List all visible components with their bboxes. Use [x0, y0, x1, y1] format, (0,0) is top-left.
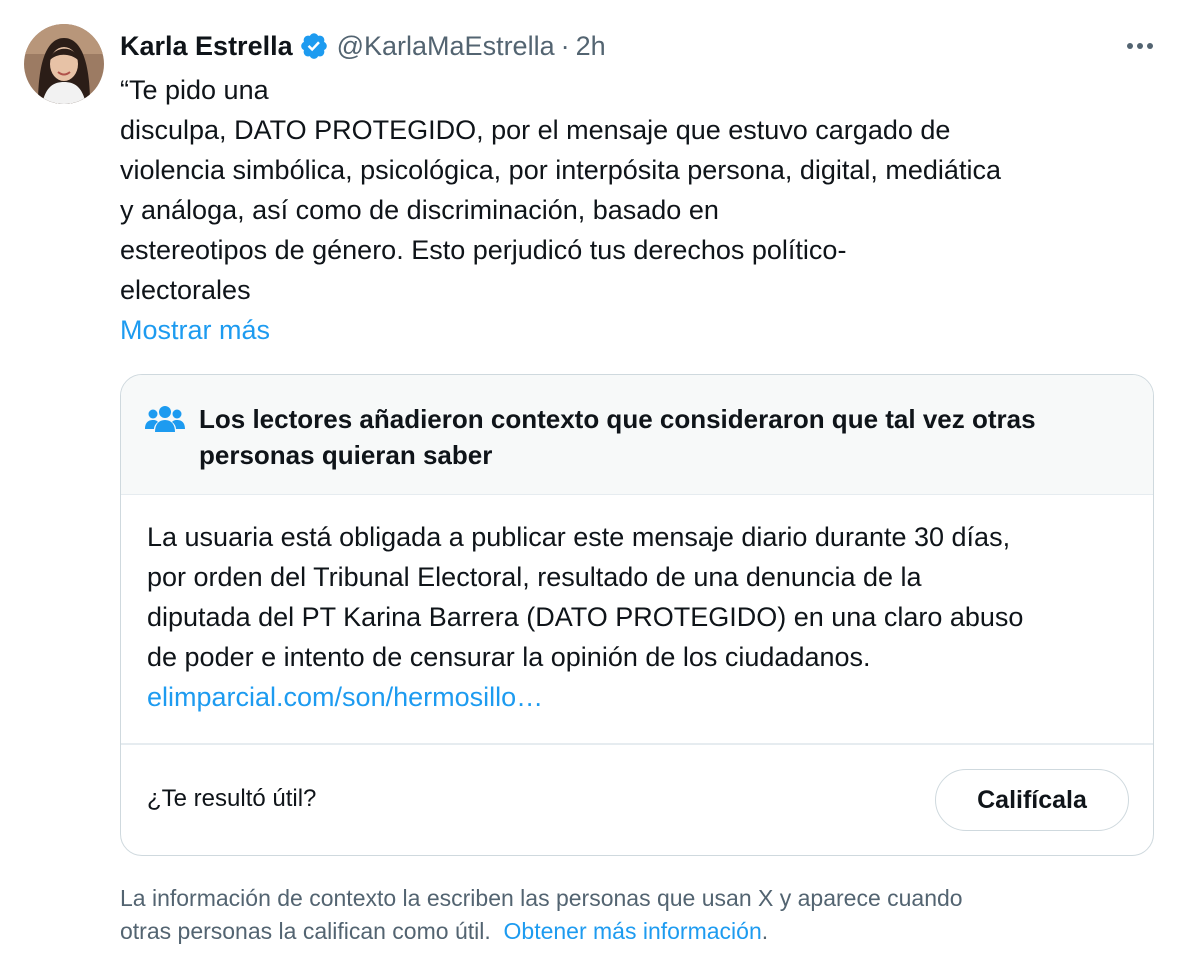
tweet-text-line: electorales: [120, 275, 251, 305]
learn-more-link[interactable]: Obtener más información: [504, 918, 762, 944]
tweet-header: Karla Estrella @KarlaMaEstrella · 2h: [120, 26, 606, 66]
footer-period: .: [761, 918, 769, 944]
show-more-link[interactable]: Mostrar más: [120, 310, 270, 350]
helpful-question: ¿Te resultó útil?: [147, 785, 317, 812]
tweet-text-line: y análoga, así como de discriminación, b…: [120, 195, 719, 225]
verified-badge-icon[interactable]: [299, 31, 329, 61]
tweet-text-line: estereotipos de género. Esto perjudicó t…: [120, 235, 847, 265]
note-source-link[interactable]: elimparcial.com/son/hermosillo…: [147, 677, 1137, 717]
note-title-line: personas quieran saber: [199, 440, 493, 470]
author-display-name[interactable]: Karla Estrella: [120, 31, 293, 62]
header-separator: ·: [560, 30, 570, 61]
author-handle[interactable]: @KarlaMaEstrella: [337, 31, 555, 62]
tweet-text-line: violencia simbólica, psicológica, por in…: [120, 155, 1001, 185]
avatar-photo: [24, 24, 104, 104]
community-note-footer: La información de contexto la escriben l…: [120, 882, 1160, 948]
footer-line-2-text: otras personas la califican como útil.: [120, 918, 491, 944]
note-divider: [121, 743, 1153, 745]
tweet-text-line: “Te pido una: [120, 75, 269, 105]
rate-note-button[interactable]: Califícala: [935, 769, 1129, 831]
community-note-title: Los lectores añadieron contexto que cons…: [199, 401, 1119, 473]
note-body-line: de poder e intento de censurar la opinió…: [147, 642, 871, 672]
note-body-line: diputada del PT Karina Barrera (DATO PRO…: [147, 602, 1024, 632]
tweet-text: “Te pido una disculpa, DATO PROTEGIDO, p…: [120, 70, 1160, 310]
community-note-body: La usuaria está obligada a publicar este…: [147, 517, 1137, 717]
community-note-header[interactable]: Los lectores añadieron contexto que cons…: [121, 375, 1153, 495]
footer-line-2: otras personas la califican como útil. O…: [120, 915, 1160, 948]
community-note-card: Los lectores añadieron contexto que cons…: [120, 374, 1154, 856]
community-people-icon: [145, 405, 185, 435]
more-options-icon[interactable]: [1120, 30, 1160, 62]
note-body-line: La usuaria está obligada a publicar este…: [147, 522, 1011, 552]
note-body-line: por orden del Tribunal Electoral, result…: [147, 562, 922, 592]
note-title-line: Los lectores añadieron contexto que cons…: [199, 404, 1036, 434]
tweet-timestamp[interactable]: 2h: [576, 31, 606, 62]
footer-line: La información de contexto la escriben l…: [120, 885, 963, 911]
author-avatar[interactable]: [24, 24, 104, 104]
tweet-text-line: disculpa, DATO PROTEGIDO, por el mensaje…: [120, 115, 951, 145]
